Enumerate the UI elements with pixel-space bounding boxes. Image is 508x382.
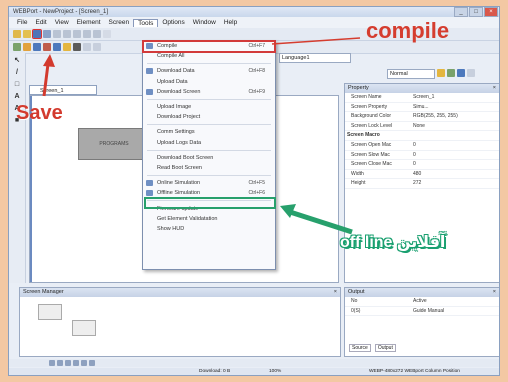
compile-arrow [271,37,361,45]
save-annotation: Save [16,102,63,124]
offline-annotation-en: off line [340,234,393,251]
offline-annotation-fa: آفلاین [396,232,446,251]
offline-arrow [289,209,353,235]
save-arrowhead [43,54,55,67]
save-arrow [42,63,50,97]
compile-annotation: compile [366,18,450,43]
offline-annotation: off line آفلاین [340,232,445,252]
annotation-arrows [42,37,361,235]
